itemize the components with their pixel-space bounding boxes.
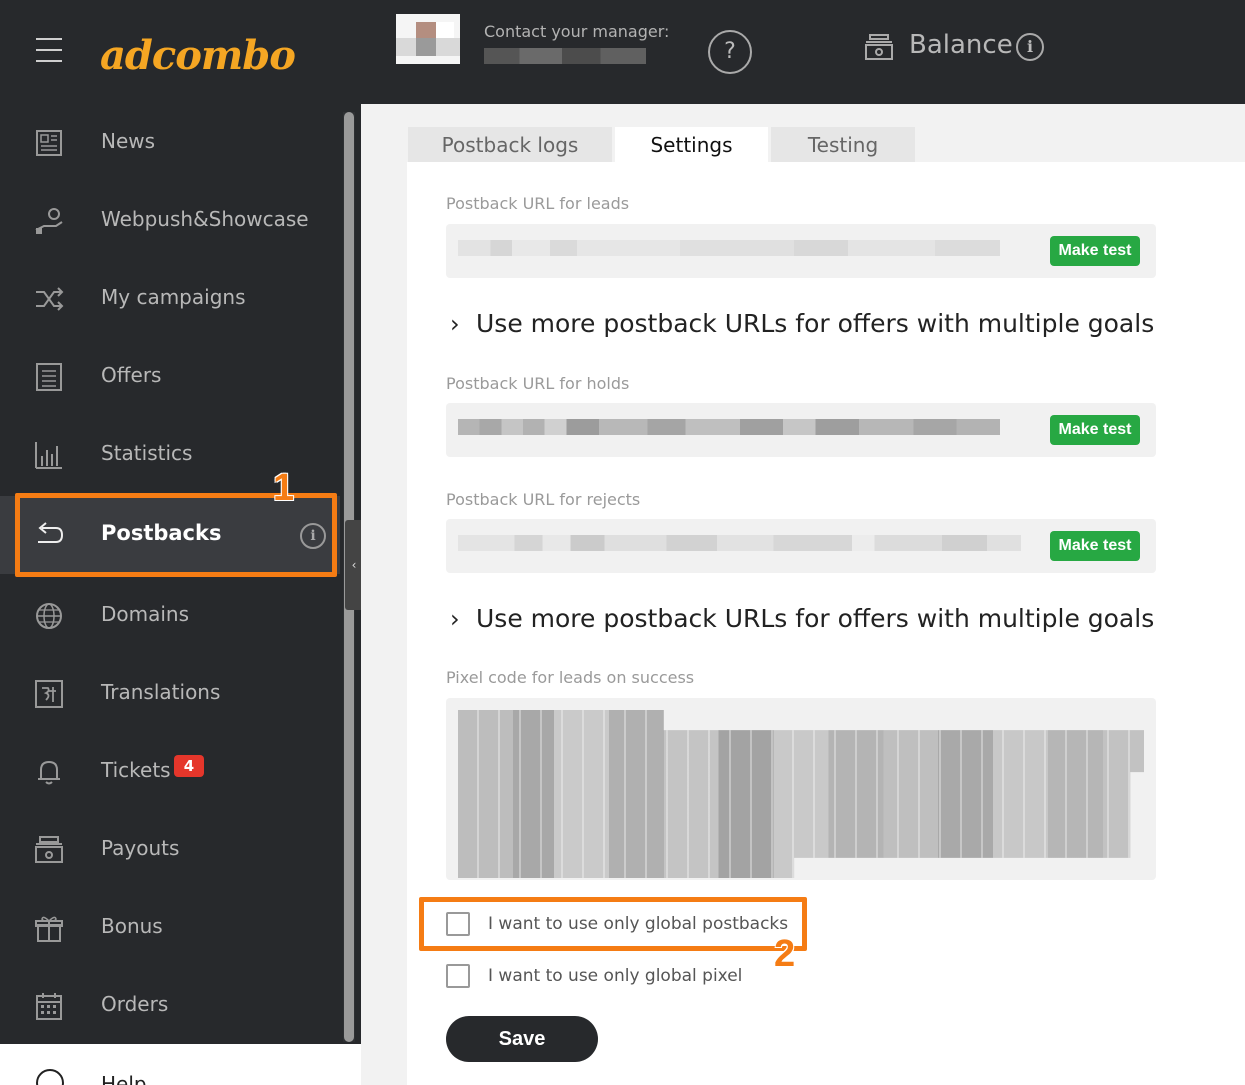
tab-postback-logs[interactable]: Postback logs: [408, 127, 612, 162]
cash-register-icon: [865, 34, 893, 60]
sidebar-item-label: Statistics: [101, 441, 193, 465]
sidebar-item-label: My campaigns: [101, 285, 246, 309]
sidebar-item-offers[interactable]: Offers: [0, 338, 340, 416]
translate-icon: [35, 680, 63, 708]
sidebar-item-webpush-showcase[interactable]: Webpush&Showcase: [0, 182, 340, 260]
sidebar-item-label: Tickets: [101, 758, 171, 782]
pixel-code-label: Pixel code for leads on success: [446, 668, 695, 687]
save-button[interactable]: Save: [446, 1016, 598, 1062]
bell-icon: [38, 760, 60, 785]
gift-icon: [35, 916, 63, 942]
chevron-right-icon: ›: [450, 605, 460, 633]
content-gutter: [361, 104, 407, 1085]
sidebar-item-bonus[interactable]: Bonus: [0, 889, 340, 967]
newspaper-icon: [36, 130, 62, 156]
globe-icon: [36, 603, 62, 629]
rejects-make-test-button[interactable]: Make test: [1050, 531, 1140, 561]
more-urls-toggle-rejects[interactable]: › Use more postback URLs for offers with …: [450, 604, 1154, 633]
help-info-icon: [36, 1069, 64, 1085]
holds-url-field[interactable]: Make test: [446, 403, 1156, 457]
sidebar-item-label: Webpush&Showcase: [101, 207, 309, 231]
manager-avatar: [396, 14, 460, 64]
sidebar-item-payouts[interactable]: Payouts: [0, 811, 340, 889]
coin-hand-icon: [35, 208, 63, 234]
more-urls-label: Use more postback URLs for offers with m…: [476, 604, 1155, 633]
global-pixel-checkbox[interactable]: [446, 964, 470, 988]
rejects-url-field[interactable]: Make test: [446, 519, 1156, 573]
top-bar: adcombo Contact your manager: ? Balance …: [0, 0, 1245, 104]
leads-url-label: Postback URL for leads: [446, 194, 630, 213]
hamburger-menu-icon[interactable]: [36, 38, 62, 64]
more-urls-toggle-leads[interactable]: › Use more postback URLs for offers with …: [450, 309, 1154, 338]
pixel-code-textarea[interactable]: [446, 698, 1156, 880]
sidebar-item-news[interactable]: News: [0, 104, 340, 182]
rejects-url-redacted: [458, 535, 1021, 551]
callout-box-global-postbacks: [419, 897, 807, 951]
callout-number-1: 1: [273, 467, 295, 509]
cash-register-icon: [35, 836, 63, 863]
brand-logo[interactable]: adcombo: [100, 33, 296, 79]
tab-settings[interactable]: Settings: [615, 127, 768, 162]
sidebar-item-label: Translations: [101, 680, 221, 704]
sidebar-item-label: Payouts: [101, 836, 180, 860]
sidebar-item-tickets[interactable]: Tickets 4: [0, 733, 340, 811]
holds-url-label: Postback URL for holds: [446, 374, 630, 393]
sidebar-item-label: News: [101, 129, 156, 153]
sidebar-item-domains[interactable]: Domains: [0, 577, 340, 655]
sidebar-item-label: Domains: [101, 602, 190, 626]
sidebar-item-orders[interactable]: Orders: [0, 967, 340, 1045]
rejects-url-label: Postback URL for rejects: [446, 490, 641, 509]
calendar-icon: [36, 993, 62, 1020]
shuffle-icon: [36, 287, 64, 311]
holds-make-test-button[interactable]: Make test: [1050, 415, 1140, 445]
balance-label[interactable]: Balance: [909, 30, 1013, 60]
chevron-right-icon: ›: [450, 310, 460, 338]
sidebar-item-help[interactable]: Help: [0, 1044, 407, 1085]
leads-url-field[interactable]: Make test: [446, 224, 1156, 278]
leads-make-test-button[interactable]: Make test: [1050, 236, 1140, 266]
balance-info-icon[interactable]: i: [1016, 33, 1044, 61]
holds-url-redacted: [458, 419, 1000, 435]
tickets-count-badge: 4: [174, 755, 204, 777]
bar-chart-icon: [35, 442, 62, 469]
callout-number-2: 2: [774, 933, 796, 975]
sidebar-item-label: Bonus: [101, 914, 163, 938]
sidebar-item-my-campaigns[interactable]: My campaigns: [0, 260, 340, 338]
leads-url-redacted: [458, 240, 1000, 256]
pixel-code-redacted: [458, 710, 1144, 878]
manager-contact-redacted: [484, 48, 646, 64]
sidebar-item-label: Offers: [101, 363, 162, 387]
sidebar-item-label: Help: [101, 1072, 147, 1085]
tab-testing[interactable]: Testing: [771, 127, 915, 162]
help-question-icon[interactable]: ?: [708, 30, 752, 74]
manager-contact-label: Contact your manager:: [484, 22, 670, 41]
sidebar-item-label: Orders: [101, 992, 169, 1016]
sidebar-item-translations[interactable]: Translations: [0, 655, 340, 733]
more-urls-label: Use more postback URLs for offers with m…: [476, 309, 1155, 338]
list-document-icon: [36, 363, 62, 391]
global-pixel-label: I want to use only global pixel: [488, 966, 743, 986]
